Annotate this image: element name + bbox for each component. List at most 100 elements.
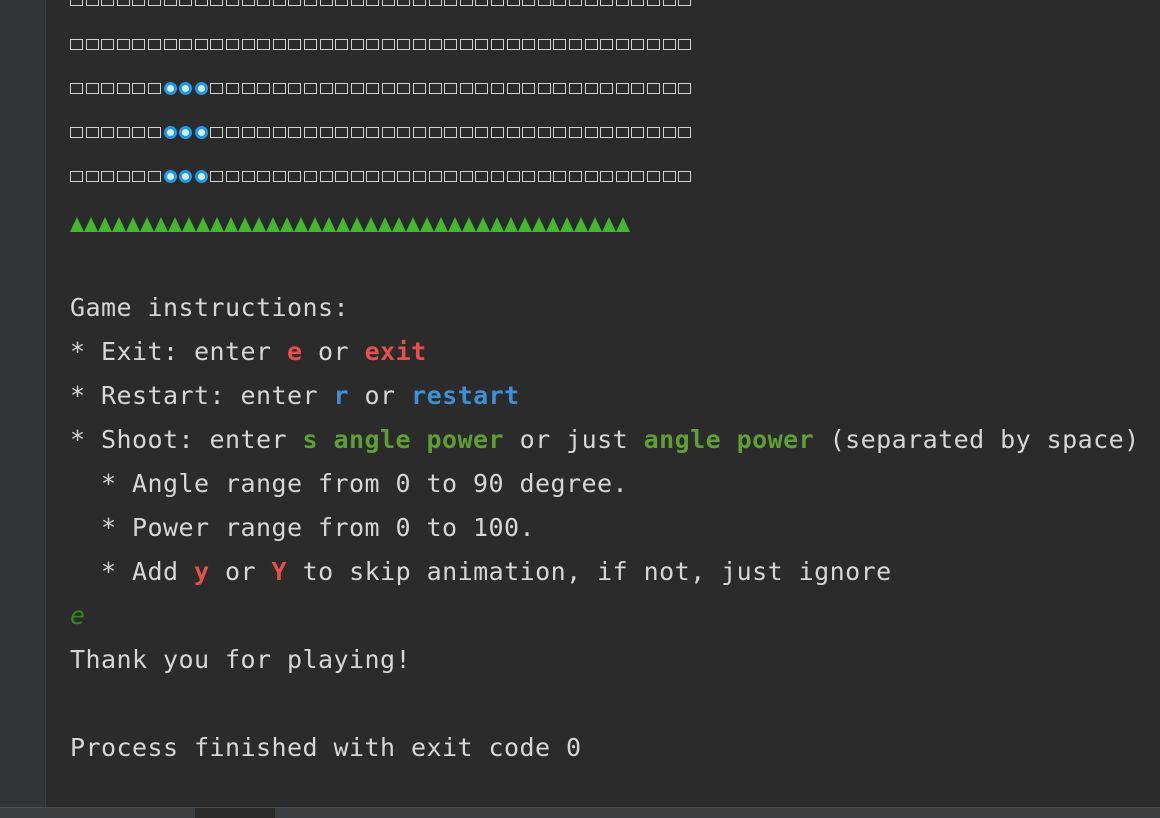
empty-cell-icon [475, 0, 489, 6]
empty-cell-icon [381, 126, 395, 138]
empty-cell-icon [147, 38, 161, 50]
empty-cell-icon [584, 38, 598, 50]
ground-triangle-icon [126, 217, 140, 232]
empty-cell-icon [491, 0, 505, 6]
empty-cell-icon [366, 0, 380, 6]
empty-cell-icon [631, 0, 645, 6]
empty-cell-icon [569, 170, 582, 182]
empty-cell-icon [335, 126, 349, 138]
empty-cell-icon [459, 82, 473, 94]
empty-cell-icon [522, 82, 536, 94]
ground-triangle-icon [238, 217, 252, 232]
empty-cell-icon [553, 0, 567, 6]
skip-y-lower: y [194, 557, 210, 586]
empty-cell-icon [413, 82, 427, 94]
empty-cell-icon [522, 126, 536, 138]
empty-cell-icon [646, 0, 660, 6]
empty-cell-icon [646, 38, 660, 50]
empty-cell-icon [491, 126, 505, 138]
empty-cell-icon [257, 82, 271, 94]
bottom-scrollbar[interactable] [0, 807, 1160, 818]
empty-cell-icon [444, 170, 458, 182]
ground-triangle-icon [252, 217, 266, 232]
ground-triangle-icon [98, 217, 112, 232]
board-row [70, 154, 1160, 198]
empty-cell-icon [631, 126, 645, 138]
empty-cell-icon [646, 82, 660, 94]
run-console[interactable]: Game instructions: * Exit: enter e or ex… [70, 0, 1160, 808]
ball-icon [163, 169, 177, 183]
empty-cell-icon [600, 0, 614, 6]
empty-cell-icon [194, 38, 208, 50]
empty-cell-icon [225, 38, 239, 50]
exit-or: or [302, 337, 365, 366]
empty-cell-icon [428, 0, 442, 6]
board-row [70, 66, 1160, 110]
shoot-prefix: * Shoot: enter [70, 425, 303, 454]
process-exit-message: Process finished with exit code 0 [70, 733, 582, 762]
instruction-shoot: * Shoot: enter s angle power or just ang… [70, 418, 1160, 462]
empty-cell-icon [303, 82, 317, 94]
ground-triangle-icon [406, 217, 420, 232]
empty-cell-icon [584, 170, 598, 182]
empty-cell-icon [459, 170, 473, 182]
empty-cell-icon [615, 170, 629, 182]
empty-cell-icon [70, 126, 83, 138]
empty-cell-icon [288, 0, 302, 6]
empty-cell-icon [397, 82, 411, 94]
empty-cell-icon [413, 170, 427, 182]
empty-cell-icon [319, 82, 333, 94]
restart-prefix: * Restart: enter [70, 381, 334, 410]
empty-cell-icon [537, 126, 551, 138]
ground-triangle-icon [574, 217, 588, 232]
empty-cell-icon [303, 38, 317, 50]
empty-cell-icon [428, 82, 442, 94]
board-row [70, 0, 1160, 22]
empty-cell-icon [116, 82, 130, 94]
scrollbar-thumb[interactable] [195, 808, 275, 818]
ball-icon [179, 125, 193, 139]
empty-cell-icon [350, 0, 364, 6]
empty-cell-icon [491, 38, 505, 50]
ball-icon [194, 169, 208, 183]
ground-triangle-icon [210, 217, 224, 232]
empty-cell-icon [319, 38, 333, 50]
empty-cell-icon [257, 38, 271, 50]
empty-cell-icon [132, 126, 146, 138]
ground-triangle-icon [476, 217, 490, 232]
empty-cell-icon [569, 82, 582, 94]
game-board [70, 0, 1160, 198]
empty-cell-icon [85, 0, 99, 6]
empty-cell-icon [537, 0, 551, 6]
ground-triangle-icon [448, 217, 462, 232]
restart-or: or [349, 381, 412, 410]
ground-triangle-icon [70, 217, 84, 232]
empty-cell-icon [70, 82, 83, 94]
empty-cell-icon [381, 170, 395, 182]
user-input-echo: e [70, 601, 86, 630]
ground-triangle-icon [322, 217, 336, 232]
ground-triangle-icon [434, 217, 448, 232]
empty-cell-icon [678, 0, 692, 6]
empty-cell-icon [506, 170, 520, 182]
empty-cell-icon [350, 38, 364, 50]
exit-prefix: * Exit: enter [70, 337, 288, 366]
ball-icon [194, 81, 208, 95]
empty-cell-icon [319, 126, 333, 138]
ground-triangle-icon [84, 217, 98, 232]
ground-triangle-icon [140, 217, 154, 232]
ground-triangle-icon [504, 217, 518, 232]
ground-triangle-icon [588, 217, 602, 232]
empty-cell-icon [397, 126, 411, 138]
empty-cell-icon [615, 0, 629, 6]
empty-cell-icon [678, 38, 692, 50]
empty-cell-icon [569, 126, 582, 138]
shoot-or: or just [504, 425, 644, 454]
empty-cell-icon [413, 38, 427, 50]
ground-triangle-icon [364, 217, 378, 232]
shoot-full: s angle power [302, 425, 505, 454]
empty-cell-icon [413, 126, 427, 138]
empty-cell-icon [272, 0, 286, 6]
instruction-power: * Power range from 0 to 100. [70, 513, 536, 542]
ball-icon [179, 81, 193, 95]
